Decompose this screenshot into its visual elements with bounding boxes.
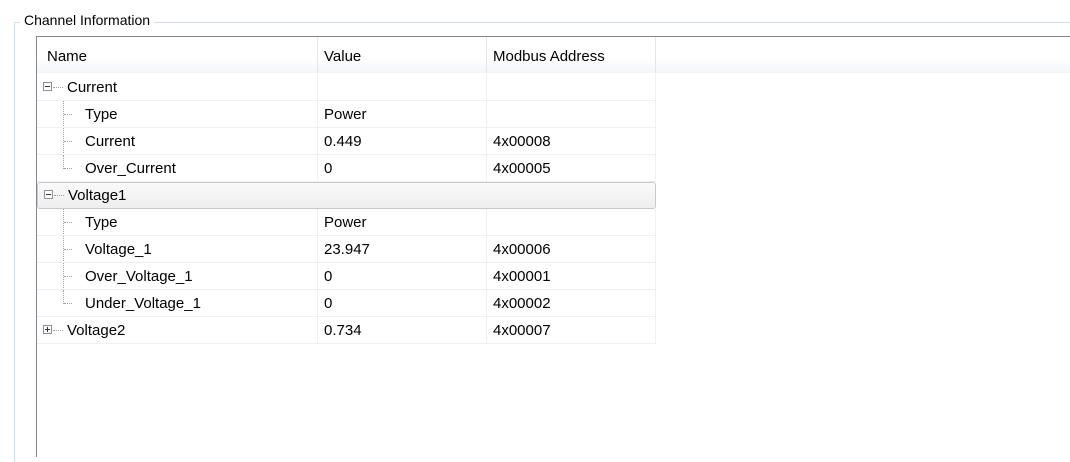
tree-node-voltage1[interactable]: Voltage1 bbox=[37, 182, 656, 209]
leaf-value: Power bbox=[318, 101, 487, 128]
leaf-address bbox=[487, 209, 656, 236]
node-value bbox=[318, 74, 487, 101]
expand-plus-icon[interactable] bbox=[43, 325, 52, 334]
channel-tree-list[interactable]: Name Value Modbus Address Current Type P… bbox=[36, 36, 1070, 457]
node-value: 0.734 bbox=[318, 317, 487, 344]
leaf-label: Over_Current bbox=[85, 160, 176, 177]
column-header-name[interactable]: Name bbox=[37, 37, 318, 73]
leaf-label: Under_Voltage_1 bbox=[85, 295, 201, 312]
leaf-value: 0.449 bbox=[318, 128, 487, 155]
tree-leaf-voltage1-type[interactable]: Type Power bbox=[37, 209, 657, 236]
tree-header: Name Value Modbus Address bbox=[37, 37, 1070, 73]
leaf-label: Voltage_1 bbox=[85, 241, 152, 258]
leaf-address: 4x00006 bbox=[487, 236, 656, 263]
leaf-value: Power bbox=[318, 209, 487, 236]
node-label: Voltage1 bbox=[68, 187, 127, 204]
tree-rows: Current Type Power Current 0.449 4x00008… bbox=[37, 74, 657, 344]
tree-leaf-under-voltage-1[interactable]: Under_Voltage_1 0 4x00002 bbox=[37, 290, 657, 317]
tree-leaf-voltage-1[interactable]: Voltage_1 23.947 4x00006 bbox=[37, 236, 657, 263]
column-header-modbus-address[interactable]: Modbus Address bbox=[487, 37, 656, 73]
leaf-label: Over_Voltage_1 bbox=[85, 268, 193, 285]
tree-leaf-current-type[interactable]: Type Power bbox=[37, 101, 657, 128]
leaf-label: Type bbox=[85, 214, 118, 231]
tree-leaf-current-current[interactable]: Current 0.449 4x00008 bbox=[37, 128, 657, 155]
leaf-value: 0 bbox=[318, 263, 487, 290]
leaf-address bbox=[487, 101, 656, 128]
leaf-address: 4x00005 bbox=[487, 155, 656, 182]
tree-leaf-over-voltage-1[interactable]: Over_Voltage_1 0 4x00001 bbox=[37, 263, 657, 290]
collapse-minus-icon[interactable] bbox=[43, 82, 52, 91]
leaf-address: 4x00008 bbox=[487, 128, 656, 155]
node-address bbox=[487, 74, 656, 101]
node-value bbox=[318, 183, 486, 208]
node-address bbox=[487, 183, 655, 208]
column-header-value[interactable]: Value bbox=[318, 37, 487, 73]
leaf-address: 4x00001 bbox=[487, 263, 656, 290]
tree-node-voltage2[interactable]: Voltage2 0.734 4x00007 bbox=[37, 317, 657, 344]
tree-leaf-current-over-current[interactable]: Over_Current 0 4x00005 bbox=[37, 155, 657, 182]
node-label: Voltage2 bbox=[67, 322, 126, 339]
channel-information-window: Channel Information Name Value Modbus Ad… bbox=[0, 0, 1070, 462]
leaf-value: 0 bbox=[318, 290, 487, 317]
leaf-address: 4x00002 bbox=[487, 290, 656, 317]
collapse-minus-icon[interactable] bbox=[44, 190, 53, 199]
group-title: Channel Information bbox=[20, 12, 155, 28]
leaf-value: 0 bbox=[318, 155, 487, 182]
leaf-value: 23.947 bbox=[318, 236, 487, 263]
node-address: 4x00007 bbox=[487, 317, 656, 344]
tree-node-current[interactable]: Current bbox=[37, 74, 657, 101]
leaf-label: Current bbox=[85, 133, 136, 150]
column-header-filler bbox=[656, 37, 1070, 73]
leaf-label: Type bbox=[85, 106, 118, 123]
node-label: Current bbox=[67, 79, 118, 96]
